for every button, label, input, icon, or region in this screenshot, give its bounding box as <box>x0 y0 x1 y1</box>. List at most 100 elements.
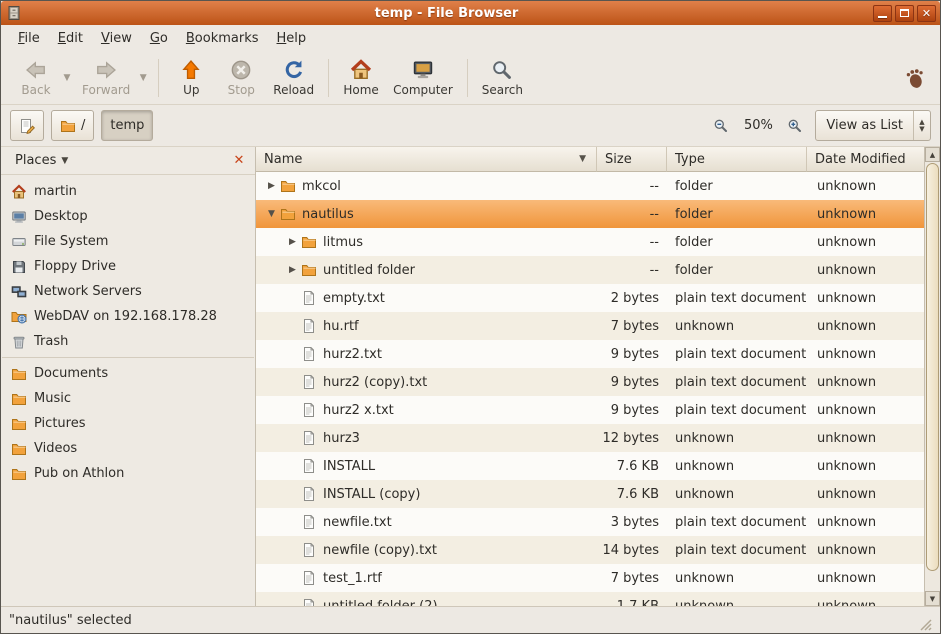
table-row[interactable]: newfile.txt3 bytesplain text documentunk… <box>256 508 924 536</box>
cell-size: 9 bytes <box>597 340 667 368</box>
expander-expanded-icon[interactable]: ▼ <box>263 209 280 219</box>
path-button-current[interactable]: temp <box>101 110 153 141</box>
menu-file[interactable]: File <box>9 27 49 50</box>
sidebar-item-desktop[interactable]: Desktop <box>1 204 255 229</box>
zoom-level: 50% <box>741 118 775 133</box>
table-row[interactable]: newfile (copy).txt14 bytesplain text doc… <box>256 536 924 564</box>
folder-icon <box>280 206 296 222</box>
expander-collapsed-icon[interactable]: ▶ <box>284 237 301 247</box>
table-row[interactable]: ▶untitled folder--folderunknown <box>256 256 924 284</box>
reload-button[interactable]: Reload <box>266 54 321 102</box>
column-header-size[interactable]: Size <box>597 147 667 172</box>
table-row[interactable]: test_1.rtf7 bytesunknownunknown <box>256 564 924 592</box>
table-row[interactable]: ▶mkcol--folderunknown <box>256 172 924 200</box>
table-row[interactable]: empty.txt2 bytesplain text documentunkno… <box>256 284 924 312</box>
table-row[interactable]: untitled folder (2)1.7 KBunknownunknown <box>256 592 924 606</box>
menu-go[interactable]: Go <box>141 27 177 50</box>
table-row[interactable]: hurz312 bytesunknownunknown <box>256 424 924 452</box>
minimize-button[interactable] <box>873 5 892 22</box>
forward-dropdown-button[interactable]: ▼ <box>137 54 149 102</box>
stop-button[interactable]: Stop <box>216 54 266 102</box>
sidebar-item-documents[interactable]: Documents <box>1 361 255 386</box>
cell-name: newfile.txt <box>256 508 597 536</box>
sidebar-item-pictures[interactable]: Pictures <box>1 411 255 436</box>
resize-grip[interactable] <box>918 617 932 631</box>
cell-date-modified: unknown <box>807 508 924 536</box>
chevron-down-icon: ▼ <box>61 156 68 166</box>
column-header-type[interactable]: Type <box>667 147 807 172</box>
home-button[interactable]: Home <box>336 54 386 102</box>
table-row[interactable]: hurz2 (copy).txt9 bytesplain text docume… <box>256 368 924 396</box>
file-name: hurz2.txt <box>323 347 382 362</box>
sidebar-item-file-system[interactable]: File System <box>1 229 255 254</box>
folder-icon <box>301 234 317 250</box>
table-row[interactable]: INSTALL7.6 KBunknownunknown <box>256 452 924 480</box>
sidebar-item-videos[interactable]: Videos <box>1 436 255 461</box>
sidebar-item-martin[interactable]: martin <box>1 179 255 204</box>
expander-collapsed-icon[interactable]: ▶ <box>263 181 280 191</box>
cell-size: -- <box>597 200 667 228</box>
sidebar-item-webdav-on-192-168-178-28[interactable]: WebDAV on 192.168.178.28 <box>1 304 255 329</box>
table-row[interactable]: hurz2 x.txt9 bytesplain text documentunk… <box>256 396 924 424</box>
file-name: hurz2 (copy).txt <box>323 375 427 390</box>
table-row[interactable]: hu.rtf7 bytesunknownunknown <box>256 312 924 340</box>
zoom-out-button[interactable] <box>708 113 734 139</box>
view-mode-combo[interactable]: View as List ▲▼ <box>815 110 931 141</box>
window-icon[interactable] <box>5 4 23 22</box>
cell-name: INSTALL <box>256 452 597 480</box>
search-label: Search <box>482 83 523 97</box>
menu-bookmarks[interactable]: Bookmarks <box>177 27 268 50</box>
menu-edit[interactable]: Edit <box>49 27 92 50</box>
sidebar-item-floppy-drive[interactable]: Floppy Drive <box>1 254 255 279</box>
cell-type: plain text document <box>667 508 807 536</box>
stop-label: Stop <box>228 83 255 97</box>
sidebar-item-pub-on-athlon[interactable]: Pub on Athlon <box>1 461 255 486</box>
forward-label: Forward <box>82 83 130 97</box>
folder-icon <box>11 466 27 482</box>
menu-help[interactable]: Help <box>268 27 316 50</box>
file-icon <box>301 402 317 418</box>
table-row[interactable]: ▶litmus--folderunknown <box>256 228 924 256</box>
up-label: Up <box>183 83 199 97</box>
path-button-root[interactable]: / <box>51 110 94 141</box>
table-row[interactable]: ▼nautilus--folderunknown <box>256 200 924 228</box>
vertical-scrollbar[interactable]: ▲ ▼ <box>924 147 940 606</box>
current-folder-label: temp <box>110 118 144 133</box>
back-button[interactable]: Back <box>11 54 61 102</box>
computer-button[interactable]: Computer <box>386 54 460 102</box>
scrollbar-thumb[interactable] <box>926 163 939 571</box>
sidebar-close-button[interactable]: ✕ <box>230 152 248 170</box>
expander-collapsed-icon[interactable]: ▶ <box>284 265 301 275</box>
edit-location-icon <box>19 118 35 134</box>
home-label: Home <box>343 83 378 97</box>
file-name: untitled folder <box>323 263 415 278</box>
menu-view[interactable]: View <box>92 27 141 50</box>
back-dropdown-button[interactable]: ▼ <box>61 54 73 102</box>
column-header-date-modified[interactable]: Date Modified <box>807 147 924 172</box>
maximize-button[interactable] <box>895 5 914 22</box>
zoom-in-button[interactable] <box>782 113 808 139</box>
search-button[interactable]: Search <box>475 54 530 102</box>
column-header-name[interactable]: Name ▼ <box>256 147 597 172</box>
edit-location-button[interactable] <box>10 110 44 141</box>
up-button[interactable]: Up <box>166 54 216 102</box>
table-row[interactable]: INSTALL (copy)7.6 KBunknownunknown <box>256 480 924 508</box>
scrollbar-track[interactable] <box>925 162 940 591</box>
sidebar-item-network-servers[interactable]: Network Servers <box>1 279 255 304</box>
cell-size: 2 bytes <box>597 284 667 312</box>
close-button[interactable]: ✕ <box>917 5 936 22</box>
toolbar-separator <box>158 59 159 97</box>
sidebar-item-music[interactable]: Music <box>1 386 255 411</box>
scroll-down-icon[interactable]: ▼ <box>925 591 940 606</box>
table-row[interactable]: hurz2.txt9 bytesplain text documentunkno… <box>256 340 924 368</box>
window-buttons: ✕ <box>870 5 936 22</box>
sidebar-item-trash[interactable]: Trash <box>1 329 255 354</box>
cell-size: 14 bytes <box>597 536 667 564</box>
scroll-up-icon[interactable]: ▲ <box>925 147 940 162</box>
places-dropdown[interactable]: Places ▼ <box>8 150 75 171</box>
combo-stepper-icons[interactable]: ▲▼ <box>914 119 930 133</box>
file-icon <box>301 374 317 390</box>
zoom-out-icon <box>713 118 729 134</box>
cell-size: 9 bytes <box>597 368 667 396</box>
forward-button[interactable]: Forward <box>75 54 137 102</box>
